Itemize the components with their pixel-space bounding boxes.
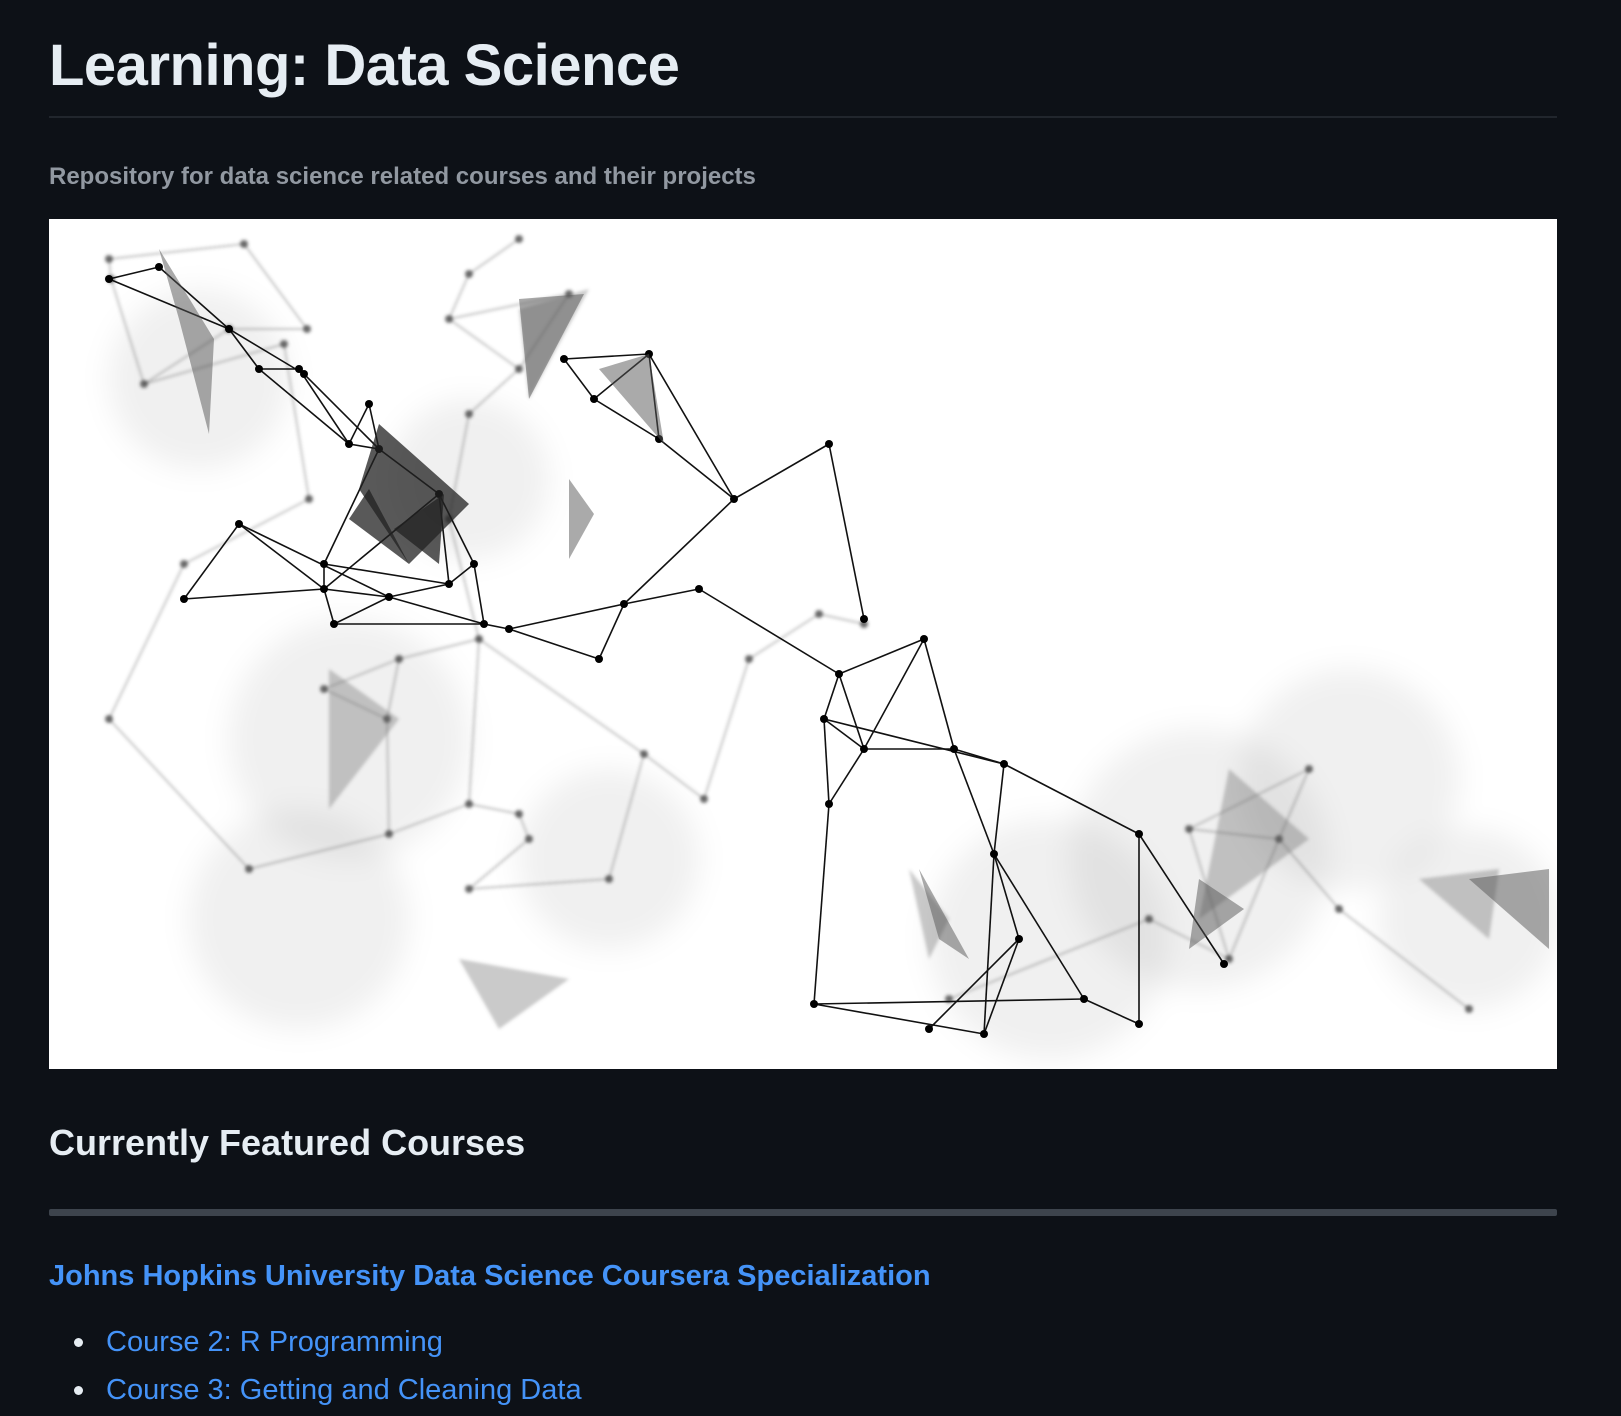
readme-title: Learning: Data Science: [49, 33, 680, 98]
list-item: Course 2: R Programming: [49, 1324, 1557, 1372]
bullet-icon: [74, 1386, 83, 1395]
course-list: Course 2: R Programming Course 3: Gettin…: [49, 1324, 1557, 1416]
network-graph-illustration: [105, 235, 1557, 1059]
featured-courses-heading: Currently Featured Courses: [49, 1122, 526, 1163]
title-divider: [49, 116, 1557, 118]
course-link-r-programming[interactable]: Course 2: R Programming: [106, 1326, 443, 1358]
hero-image: [49, 219, 1557, 1069]
bullet-icon: [74, 1338, 83, 1347]
list-item: Course 3: Getting and Cleaning Data: [49, 1372, 1557, 1416]
specialization-link[interactable]: Johns Hopkins University Data Science Co…: [49, 1258, 931, 1294]
course-link-getting-cleaning-data[interactable]: Course 3: Getting and Cleaning Data: [106, 1374, 582, 1406]
section-divider: [49, 1209, 1557, 1216]
repo-description: Repository for data science related cour…: [49, 163, 756, 190]
readme-content: Learning: Data Science Repository for da…: [49, 0, 1557, 1416]
